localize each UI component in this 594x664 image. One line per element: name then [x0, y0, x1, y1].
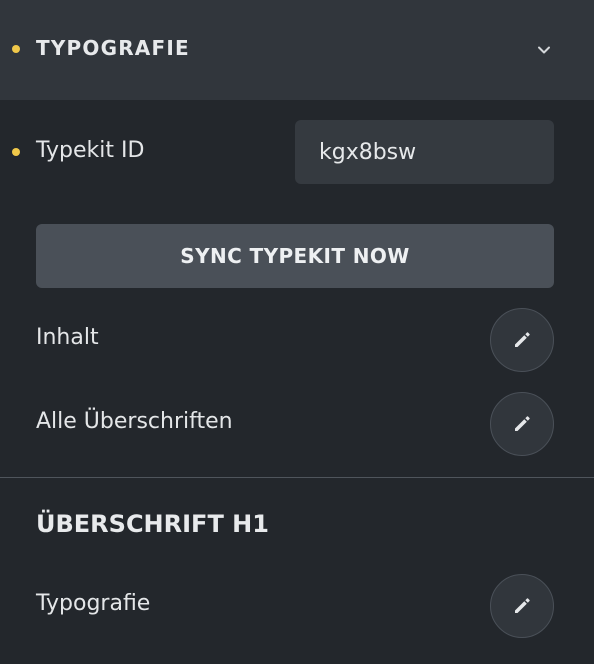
- pencil-icon: [515, 598, 530, 613]
- h1-typography-label: Typografie: [36, 591, 151, 616]
- typekit-id-input[interactable]: [295, 120, 554, 184]
- typekit-id-label: Typekit ID: [36, 138, 145, 163]
- section-title: TYPOGRAFIE: [36, 36, 190, 60]
- chevron-down-icon[interactable]: [534, 40, 554, 60]
- typography-section-header[interactable]: TYPOGRAFIE: [0, 0, 594, 100]
- typekit-modified-indicator-dot: [12, 148, 20, 156]
- content-typography-edit-button[interactable]: [490, 308, 554, 372]
- pencil-icon: [515, 332, 530, 347]
- content-typography-label: Inhalt: [36, 325, 99, 350]
- heading-h1-title: ÜBERSCHRIFT H1: [36, 510, 269, 538]
- h1-typography-edit-button[interactable]: [490, 574, 554, 638]
- pencil-icon: [515, 416, 530, 431]
- all-headings-edit-button[interactable]: [490, 392, 554, 456]
- sync-typekit-button[interactable]: SYNC TYPEKIT NOW: [36, 224, 554, 288]
- section-divider: [0, 477, 594, 478]
- modified-indicator-dot: [12, 45, 20, 53]
- all-headings-typography-label: Alle Überschriften: [36, 409, 233, 434]
